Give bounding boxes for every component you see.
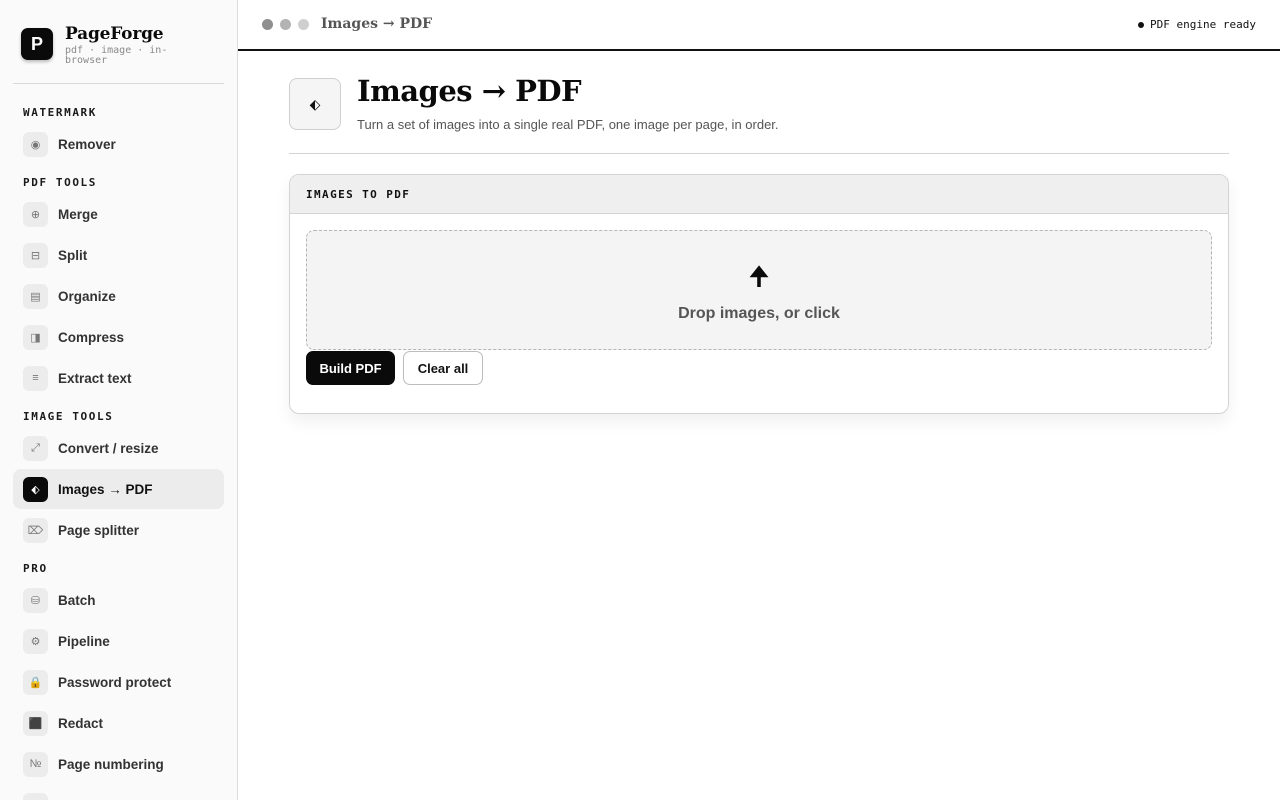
brand-name: PageForge [65,24,164,44]
merge-icon: ⊕ [23,201,48,227]
section-label-pdf-tools: PDF TOOLS [23,176,98,189]
section-label-image-tools: IMAGE TOOLS [23,410,114,423]
redact-icon: ⬛ [23,710,48,736]
section-label-pro: PRO [23,562,48,575]
topbar: Images → PDF PDF engine ready [238,0,1280,51]
images-to-pdf-icon: ⬖ [23,476,48,502]
gear-icon: ⚙ [23,628,48,654]
brand-logo: P [21,28,53,60]
sidebar-item-merge[interactable]: ⊕ Merge [13,194,224,234]
organize-icon: ▤ [23,283,48,309]
brand-tagline: pdf · image · in-browser [65,45,168,66]
sidebar-item-convert-resize[interactable]: ⤢ Convert / resize [13,428,224,468]
status-indicator: PDF engine ready [1138,18,1256,31]
sidebar-item-label: Remover [58,136,116,152]
sidebar-item-partial[interactable] [13,785,224,800]
lock-icon: 🔒 [23,669,48,695]
sidebar-item-password-protect[interactable]: 🔒 Password protect [13,662,224,702]
sidebar-item-page-splitter[interactable]: ⌦ Page splitter [13,510,224,550]
sidebar-item-label: Page splitter [58,522,140,538]
sidebar-item-label: Organize [58,288,116,304]
images-to-pdf-card: IMAGES TO PDF 🠉 Drop images, or click Bu… [289,174,1229,414]
sidebar-item-label: Password protect [58,674,172,690]
sidebar-item-pipeline[interactable]: ⚙ Pipeline [13,621,224,661]
sidebar-item-redact[interactable]: ⬛ Redact [13,703,224,743]
sidebar-item-label: Merge [58,206,98,222]
sidebar-item-label: Pipeline [58,633,110,649]
status-dot-icon [1138,21,1145,28]
sidebar-item-remover[interactable]: ◉ Remover [13,124,224,164]
section-label-watermark: WATERMARK [23,106,98,119]
card-title: IMAGES TO PDF [306,187,411,201]
sidebar-item-label: Batch [58,592,96,608]
page-splitter-icon: ⌦ [23,517,48,543]
divider [13,83,224,84]
window-dot-maximize[interactable] [298,19,309,30]
divider [289,153,1229,154]
sidebar-item-label: Convert / resize [58,440,159,456]
upload-arrow-icon: 🠉 [748,261,770,291]
build-pdf-button[interactable]: Build PDF [306,351,395,385]
images-to-pdf-icon: ⬖ [289,78,341,130]
card-header: IMAGES TO PDF [290,175,1228,214]
window-dot-close[interactable] [262,19,273,30]
brand-text: PageForge pdf · image · in-browser [65,24,195,66]
image-dropzone[interactable]: 🠉 Drop images, or click [306,230,1212,350]
sidebar-item-compress[interactable]: ◨ Compress [13,317,224,357]
target-icon: ◉ [23,131,48,157]
sidebar-item-label: Extract text [58,370,132,386]
sidebar-item-batch[interactable]: ⛁ Batch [13,580,224,620]
sidebar-item-page-numbering[interactable]: № Page numbering [13,744,224,784]
sidebar-item-organize[interactable]: ▤ Organize [13,276,224,316]
resize-icon: ⤢ [23,435,48,461]
sidebar-item-split[interactable]: ⊟ Split [13,235,224,275]
text-icon: ≡ [23,365,48,391]
sidebar-item-images-to-pdf[interactable]: ⬖ Images → PDF [13,469,224,509]
brand[interactable]: P PageForge pdf · image · in-browser [21,24,195,66]
window-title: Images → PDF [321,16,433,32]
sidebar-item-label: Compress [58,329,125,345]
sidebar-item-label: Images → PDF [58,481,153,497]
page-subtitle: Turn a set of images into a single real … [357,117,779,132]
sidebar: P PageForge pdf · image · in-browser WAT… [0,0,238,800]
dropzone-label: Drop images, or click [678,305,840,322]
numbering-icon: № [23,751,48,777]
sidebar-item-label: Redact [58,715,104,731]
status-text: PDF engine ready [1150,18,1256,31]
split-icon: ⊟ [23,242,48,268]
page-title: Images → PDF [357,74,582,108]
clear-all-button[interactable]: Clear all [403,351,483,385]
compress-icon: ◨ [23,324,48,350]
window-dot-minimize[interactable] [280,19,291,30]
sidebar-item-label: Page numbering [58,756,164,772]
batch-icon: ⛁ [23,587,48,613]
sidebar-item-extract-text[interactable]: ≡ Extract text [13,358,224,398]
partial-icon [23,792,48,800]
sidebar-item-label: Split [58,247,88,263]
